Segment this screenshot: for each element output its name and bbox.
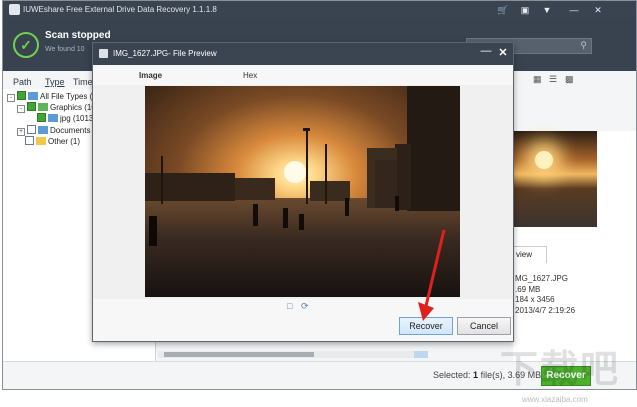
- date-value: 2013/4/7 2:19:26: [515, 306, 576, 315]
- list-view-icon[interactable]: ☰: [549, 74, 559, 84]
- sun-glow: [535, 151, 553, 169]
- checkbox[interactable]: [27, 102, 36, 111]
- rotate-icon[interactable]: ⟳: [301, 301, 309, 312]
- minimize-button[interactable]: —: [567, 4, 581, 16]
- image-file-icon: [99, 49, 108, 58]
- detail-view-icon[interactable]: ▩: [565, 74, 575, 84]
- tree-item-graphics[interactable]: - Graphics (10: [17, 102, 96, 113]
- horizontal-scrollbar[interactable]: [158, 351, 428, 358]
- image-preview-area: [93, 85, 513, 299]
- collapse-icon[interactable]: -: [7, 94, 15, 102]
- checkbox[interactable]: [27, 125, 36, 134]
- file-detail-panel: view MG_1627.JPG .69 MB 184 x 3456 2013/…: [513, 131, 636, 361]
- tab-preview[interactable]: view: [513, 246, 547, 263]
- dimensions-value: 184 x 3456: [515, 295, 555, 304]
- expand-icon[interactable]: +: [17, 128, 25, 136]
- collapse-icon[interactable]: -: [17, 105, 25, 113]
- checkbox[interactable]: [25, 136, 34, 145]
- tree-item-all[interactable]: - All File Types (1: [7, 91, 97, 102]
- scrollbar-end: [414, 351, 428, 358]
- dialog-button-row: □ ⟳ Recover Cancel: [93, 299, 513, 341]
- checkbox[interactable]: [37, 113, 46, 122]
- menu-icon[interactable]: ▼: [540, 4, 554, 16]
- tree-item-other[interactable]: Other (1): [25, 136, 80, 147]
- file-name-value: MG_1627.JPG: [515, 274, 568, 283]
- grid-view-icon[interactable]: ▦: [533, 74, 543, 84]
- scan-status-title: Scan stopped: [45, 30, 111, 41]
- dialog-title-bar: IMG_1627.JPG- File Preview — ✕: [93, 43, 513, 65]
- dialog-minimize-button[interactable]: —: [479, 45, 493, 61]
- title-bar: IUWEshare Free External Drive Data Recov…: [3, 1, 636, 19]
- window-title: IUWEshare Free External Drive Data Recov…: [23, 5, 217, 14]
- dialog-close-button[interactable]: ✕: [496, 46, 510, 60]
- tab-type[interactable]: Type: [45, 77, 65, 87]
- scrollbar-thumb[interactable]: [164, 352, 314, 357]
- folder-icon: [36, 137, 46, 145]
- watermark: 下载吧 www.xiazaiba.com: [500, 338, 637, 407]
- close-button[interactable]: ✕: [591, 4, 605, 16]
- annotation-arrow: [418, 229, 446, 321]
- tab-time[interactable]: Time: [73, 77, 93, 87]
- tree-item-documents[interactable]: + Documents: [17, 125, 90, 136]
- search-icon[interactable]: ⚲: [580, 40, 587, 51]
- document-folder-icon: [38, 126, 48, 134]
- image-folder-icon: [38, 103, 48, 111]
- tree-item-jpg[interactable]: jpg (1013: [37, 113, 93, 124]
- tab-hex[interactable]: Hex: [243, 71, 257, 80]
- dialog-tabs: Image Hex: [93, 65, 513, 85]
- file-preview-dialog: IMG_1627.JPG- File Preview — ✕ Image Hex: [92, 42, 514, 342]
- dialog-title: IMG_1627.JPG- File Preview: [113, 49, 217, 58]
- watermark-url: www.xiazaiba.com: [522, 395, 588, 404]
- tab-image[interactable]: Image: [139, 71, 162, 80]
- feedback-icon[interactable]: ▣: [518, 4, 532, 16]
- app-logo-icon: [9, 4, 20, 15]
- dialog-cancel-button[interactable]: Cancel: [457, 317, 511, 335]
- checkbox[interactable]: [17, 91, 26, 100]
- drive-icon: [28, 92, 38, 100]
- cart-icon[interactable]: 🛒: [496, 4, 510, 16]
- scan-status-subtitle: We found 10: [45, 46, 85, 53]
- file-size-value: .69 MB: [515, 285, 541, 294]
- thumbnail-image: [513, 131, 597, 227]
- check-icon: ✓: [13, 32, 39, 58]
- fit-view-icon[interactable]: □: [287, 301, 292, 311]
- watermark-text: 下载吧: [500, 349, 621, 391]
- file-icon: [48, 114, 58, 122]
- tab-path[interactable]: Path: [13, 77, 32, 87]
